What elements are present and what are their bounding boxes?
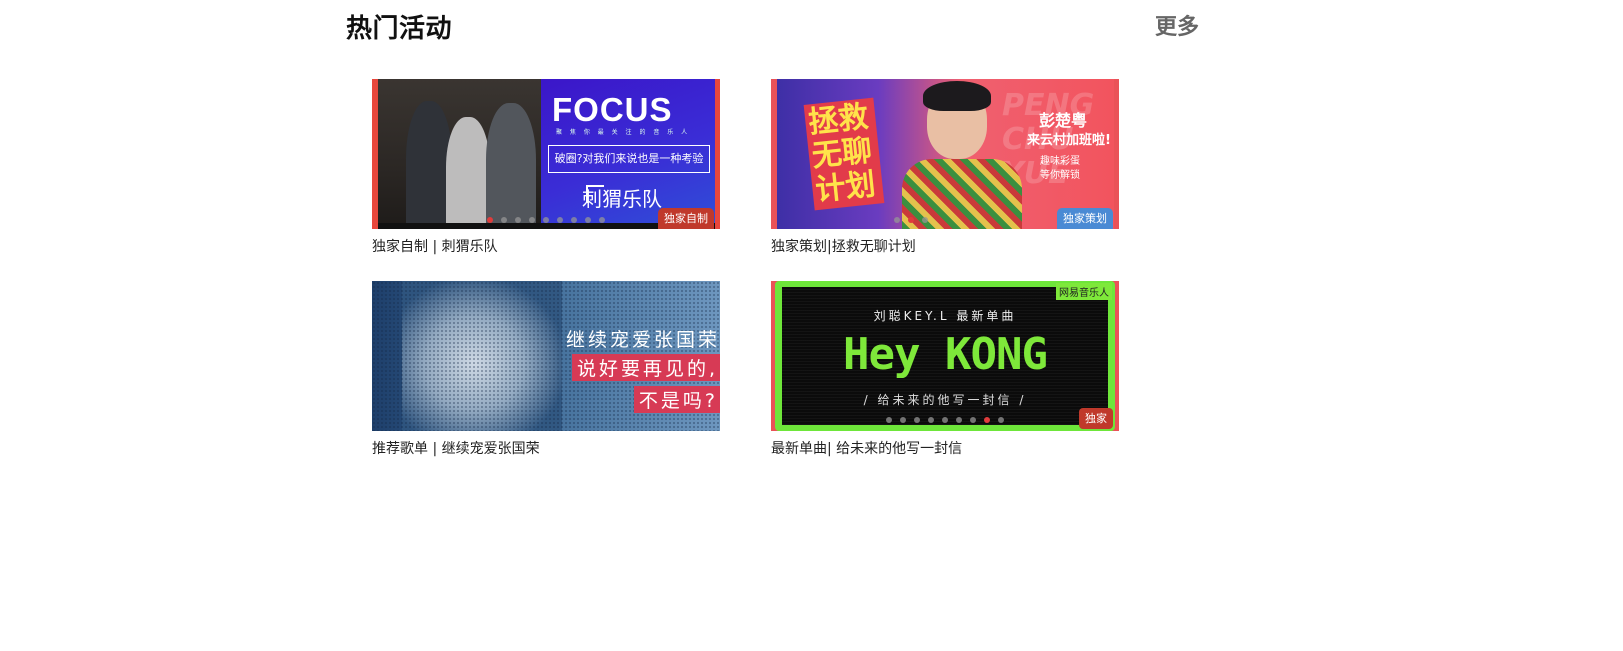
card-caption[interactable]: 最新单曲| 给未来的他写一封信 [771, 438, 1119, 458]
carousel-dot[interactable] [970, 417, 976, 423]
banner-headline: Hey KONG [843, 329, 1048, 380]
exclusive-badge: 独家自制 [658, 208, 714, 229]
banner-band-name: 刺猬乐队 [582, 187, 662, 211]
activity-card[interactable]: PENG CHU YUE 拯救无聊计划 彭楚粤 来云村加班啦! 趣味彩蛋 等你解… [771, 79, 1119, 256]
banner-note-line: 等你解锁 [1040, 170, 1080, 181]
band-member [446, 117, 490, 229]
banner-line: 不是吗? [633, 386, 720, 413]
banner-artwork: FOCUS 聚 焦 你 最 关 注 的 音 乐 人 破圈?对我们来说也是一种考验… [378, 79, 715, 229]
artist-hair [923, 81, 991, 111]
banner-line: 说好要再见的, [571, 354, 720, 381]
carousel-dot[interactable] [998, 417, 1004, 423]
banner-artwork: 刘聪KEY.L 最新单曲 Hey KONG / 给未来的他写一封信 / 网易音乐… [775, 281, 1115, 431]
carousel-dot[interactable] [557, 217, 563, 223]
more-link[interactable]: 更多 [1155, 9, 1199, 41]
carousel-dot[interactable] [487, 217, 493, 223]
carousel-dot[interactable] [956, 417, 962, 423]
activity-card[interactable]: 刘聪KEY.L 最新单曲 Hey KONG / 给未来的他写一封信 / 网易音乐… [771, 281, 1119, 458]
carousel-dot[interactable] [599, 217, 605, 223]
carousel-dot[interactable] [922, 217, 928, 223]
carousel-dot[interactable] [543, 217, 549, 223]
brand-badge: 网易音乐人 [1056, 283, 1112, 300]
banner-line: 继续宠爱张国荣 [565, 329, 720, 351]
banner-note: 趣味彩蛋 等你解锁 [1040, 155, 1080, 183]
carousel-dot[interactable] [984, 417, 990, 423]
exclusive-badge: 独家策划 [1057, 208, 1113, 229]
carousel-dot[interactable] [515, 217, 521, 223]
activity-banner[interactable]: 刘聪KEY.L 最新单曲 Hey KONG / 给未来的他写一封信 / 网易音乐… [771, 281, 1119, 431]
activity-banner[interactable]: FOCUS 聚 焦 你 最 关 注 的 音 乐 人 破圈?对我们来说也是一种考验… [372, 79, 720, 229]
carousel-dot[interactable] [501, 217, 507, 223]
activity-banner[interactable]: 继续宠爱张国荣 说好要再见的, 不是吗? [372, 281, 720, 431]
carousel-dot[interactable] [571, 217, 577, 223]
banner-artwork: PENG CHU YUE 拯救无聊计划 彭楚粤 来云村加班啦! 趣味彩蛋 等你解… [777, 79, 1114, 229]
carousel-dots [771, 417, 1119, 423]
banner-slogan: 来云村加班啦! [1027, 133, 1111, 148]
band-photo [378, 79, 541, 229]
carousel-dot[interactable] [942, 417, 948, 423]
carousel-dots [771, 217, 1085, 223]
carousel-dot[interactable] [585, 217, 591, 223]
banner-title: 拯救无聊计划 [803, 97, 885, 211]
carousel-dot[interactable] [928, 417, 934, 423]
banner-subtitle: / 给未来的他写一封信 / [863, 393, 1027, 407]
banner-note-line: 趣味彩蛋 [1040, 156, 1080, 167]
card-caption[interactable]: 独家策划|拯救无聊计划 [771, 236, 1119, 256]
activity-card[interactable]: 继续宠爱张国荣 说好要再见的, 不是吗? 推荐歌单 | 继续宠爱张国荣 [372, 281, 720, 458]
carousel-dot[interactable] [886, 417, 892, 423]
artist-name: 彭楚粤 [1039, 111, 1088, 130]
banner-headline: FOCUS [552, 91, 673, 128]
section-title: 热门活动 [346, 14, 453, 44]
activity-banner[interactable]: PENG CHU YUE 拯救无聊计划 彭楚粤 来云村加班啦! 趣味彩蛋 等你解… [771, 79, 1119, 229]
card-caption[interactable]: 推荐歌单 | 继续宠爱张国荣 [372, 438, 720, 458]
band-member [486, 103, 536, 229]
carousel-dot[interactable] [914, 417, 920, 423]
exclusive-badge: 独家 [1079, 408, 1113, 429]
carousel-dot[interactable] [529, 217, 535, 223]
banner-artist: 刘聪KEY.L 最新单曲 [873, 309, 1017, 323]
carousel-dot[interactable] [900, 417, 906, 423]
carousel-dot[interactable] [894, 217, 900, 223]
banner-subtitle: 聚 焦 你 最 关 注 的 音 乐 人 [556, 129, 691, 136]
carousel-dot[interactable] [908, 217, 914, 223]
card-caption[interactable]: 独家自制 | 刺猬乐队 [372, 236, 720, 256]
activity-card[interactable]: FOCUS 聚 焦 你 最 关 注 的 音 乐 人 破圈?对我们来说也是一种考验… [372, 79, 720, 256]
banner-quote: 破圈?对我们来说也是一种考验 [548, 145, 710, 173]
